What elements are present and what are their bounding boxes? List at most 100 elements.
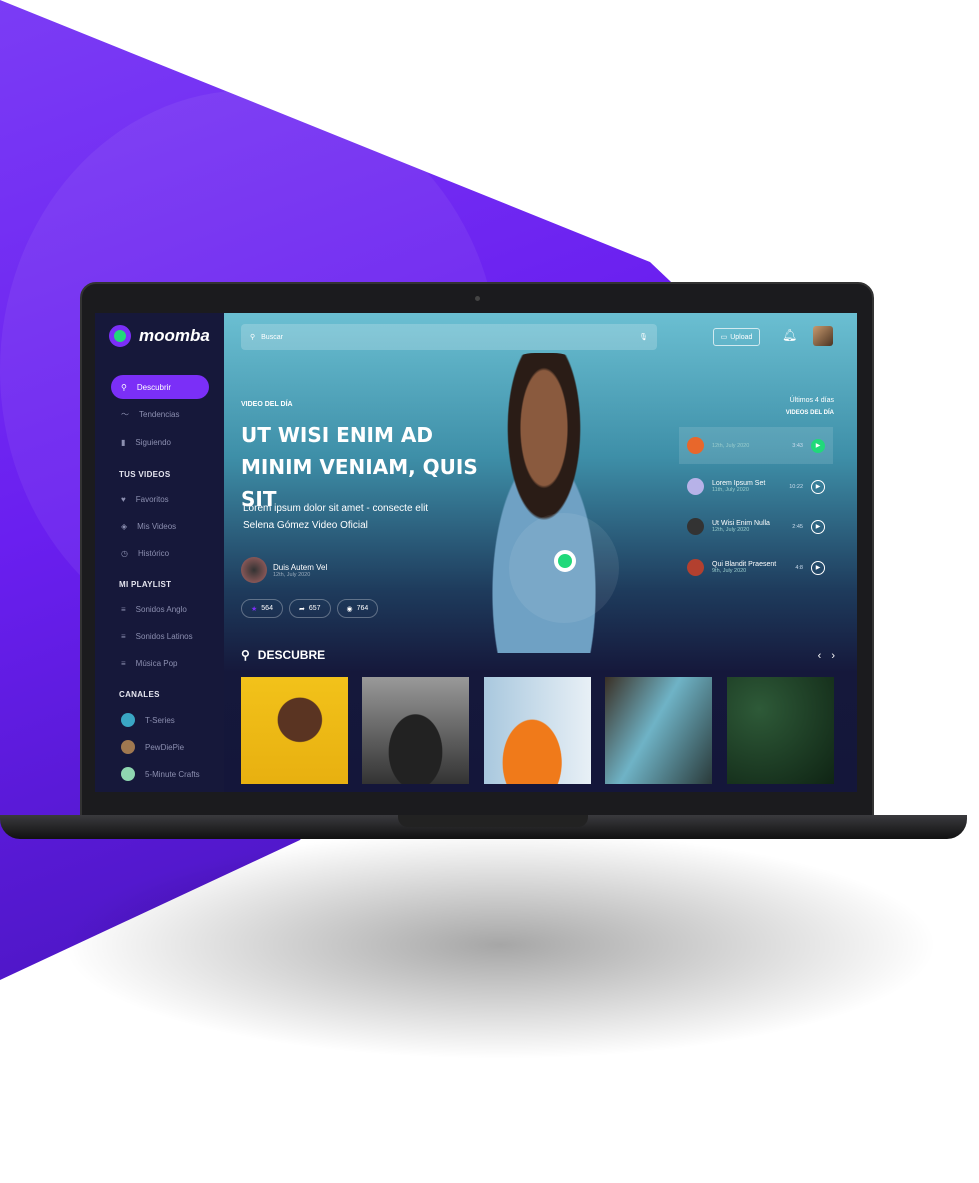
author-date: 12th, July 2020 [273,571,311,578]
period-label[interactable]: Últimos 4 días [786,397,834,404]
nav-favoritos[interactable]: ♥ Favoritos [111,487,219,511]
laptop-notch [398,815,588,827]
author-avatar [241,557,267,583]
nav-label: T-Series [145,715,175,725]
hero-desc-line: Lorem ipsum dolor sit amet - consecte el… [243,503,429,514]
channel-item[interactable]: 5-Minute Crafts [111,762,219,786]
video-date: 11th, July 2020 [712,487,749,493]
upload-button[interactable]: ▭ Upload [713,328,760,346]
nav-historico[interactable]: ◷ Histórico [111,541,219,565]
videos-panel-title: VIDEOS DEL DÍA [785,410,834,416]
video-duration: 3:43 [792,442,803,449]
sidebar: moomba ⚲ Descubrir 〜 Tendencias ▮ Siguiendo… [95,313,224,792]
hero-author[interactable]: Duis Autem Vel 12th, July 2020 [241,557,327,583]
trend-icon: 〜 [121,409,129,419]
section-title: TUS VIDEOS [119,470,171,479]
nav-label: Mis Videos [137,521,177,531]
microphone-icon[interactable]: 🎙︎ [639,333,648,341]
channel-item[interactable]: T-Series [111,708,219,732]
eye-icon: ◉ [346,605,353,613]
video-camera-icon: ▭ [720,334,728,341]
video-list-item[interactable]: Ut Wisi Enim Nulla 12th, July 2020 2:45 ▶ [679,508,833,545]
nav-label: Sonidos Anglo [135,604,187,614]
play-logo-button[interactable] [554,550,576,572]
stars-button[interactable]: ★ 564 [241,599,283,618]
nav-label: Música Pop [135,658,178,668]
video-avatar [687,437,704,454]
nav-label: Tendencias [139,409,180,419]
hero-desc-line: Selena Gómez Video Oficial [243,520,368,531]
section-title: MI PLAYLIST [119,580,172,589]
play-icon[interactable]: ▶ [811,479,825,494]
search-input[interactable]: Buscar [261,334,283,341]
brand-name: moomba [139,326,210,345]
main-content: ⚲ Buscar 🎙︎ ▭ Upload 🔔︎ VIDEO DEL DÍA UT WI… [224,313,857,792]
nav-label: Descubrir [136,382,172,392]
shares-count: 657 [308,605,321,612]
channel-item[interactable]: PewDiePie [111,735,219,759]
play-icon[interactable]: ▶ [811,560,825,575]
discover-heading: ⚲ DESCUBRE [241,648,325,662]
upload-label: Upload [730,333,753,341]
video-date: 9th, July 2020 [712,568,747,574]
nav-siguiendo[interactable]: ▮ Siguiendo [111,430,219,454]
video-list-item[interactable]: 12th, July 2020 3:43 ▶ [679,427,833,464]
chevron-right-icon[interactable]: › [831,650,835,662]
logo-icon [109,325,131,347]
search-bar[interactable]: ⚲ Buscar 🎙︎ [241,324,657,350]
list-icon: ≡ [121,658,126,668]
nav-tendencias[interactable]: 〜 Tendencias [111,402,219,426]
discover-thumbnail[interactable] [605,677,712,784]
nav-label: Sonidos Latinos [135,631,193,641]
hero-description: Lorem ipsum dolor sit amet - consecte el… [243,500,428,534]
play-icon[interactable]: ▶ [811,519,825,534]
chevron-left-icon[interactable]: ‹ [818,650,822,662]
search-icon: ⚲ [121,382,127,392]
search-icon: ⚲ [241,648,250,662]
video-list-item[interactable]: Lorem Ipsum Set 11th, July 2020 10:22 ▶ [679,468,833,505]
layers-icon: ◈ [121,521,128,531]
history-icon: ◷ [121,548,128,558]
share-button[interactable]: ➦ 657 [288,599,331,618]
views-count: 764 [356,605,369,612]
playlist-item[interactable]: ≡ Sonidos Anglo [111,597,219,621]
notification-bell-icon[interactable]: 🔔︎ [782,328,797,342]
video-duration: 2:45 [792,523,803,530]
camera [475,296,480,301]
discover-thumbnail[interactable] [241,677,348,784]
discover-title: DESCUBRE [257,648,326,662]
star-icon: ★ [251,605,258,613]
hero-kicker: VIDEO DEL DÍA [241,401,293,408]
search-icon: ⚲ [250,334,256,341]
section-title: CANALES [119,690,160,699]
bookmark-icon: ▮ [121,437,126,447]
nav-label: 5-Minute Crafts [145,769,200,779]
video-list-item[interactable]: Qui Blandit Praesent 9th, July 2020 4:8 ▶ [679,549,833,586]
user-avatar[interactable] [813,326,833,346]
channel-avatar [121,767,135,781]
video-date: 12th, July 2020 [712,442,750,449]
playlist-item[interactable]: ≡ Música Pop [111,651,219,675]
nav-label: Favoritos [135,494,169,504]
video-title: Qui Blandit Praesent [712,561,777,568]
stars-count: 564 [261,605,273,612]
list-icon: ≡ [121,604,126,614]
discover-thumbnail[interactable] [484,677,591,784]
nav-mis-videos[interactable]: ◈ Mis Videos [111,514,219,538]
views-button[interactable]: ◉ 764 [336,599,379,618]
channel-avatar [121,740,135,754]
laptop-shadow [60,830,940,1060]
nav-label: Histórico [137,548,170,558]
play-icon[interactable]: ▶ [811,438,825,453]
video-avatar [687,478,704,495]
discover-thumbnail[interactable] [727,677,834,784]
nav-label: PewDiePie [145,742,185,752]
nav-descubrir[interactable]: ⚲ Descubrir [111,375,209,399]
video-duration: 4:8 [795,564,803,571]
discover-thumbnail[interactable] [362,677,469,784]
channel-avatar [121,713,135,727]
playlist-item[interactable]: ≡ Sonidos Latinos [111,624,219,648]
logo[interactable]: moomba [109,325,210,347]
heart-icon: ♥ [121,494,126,504]
nav-label: Siguiendo [135,437,171,447]
